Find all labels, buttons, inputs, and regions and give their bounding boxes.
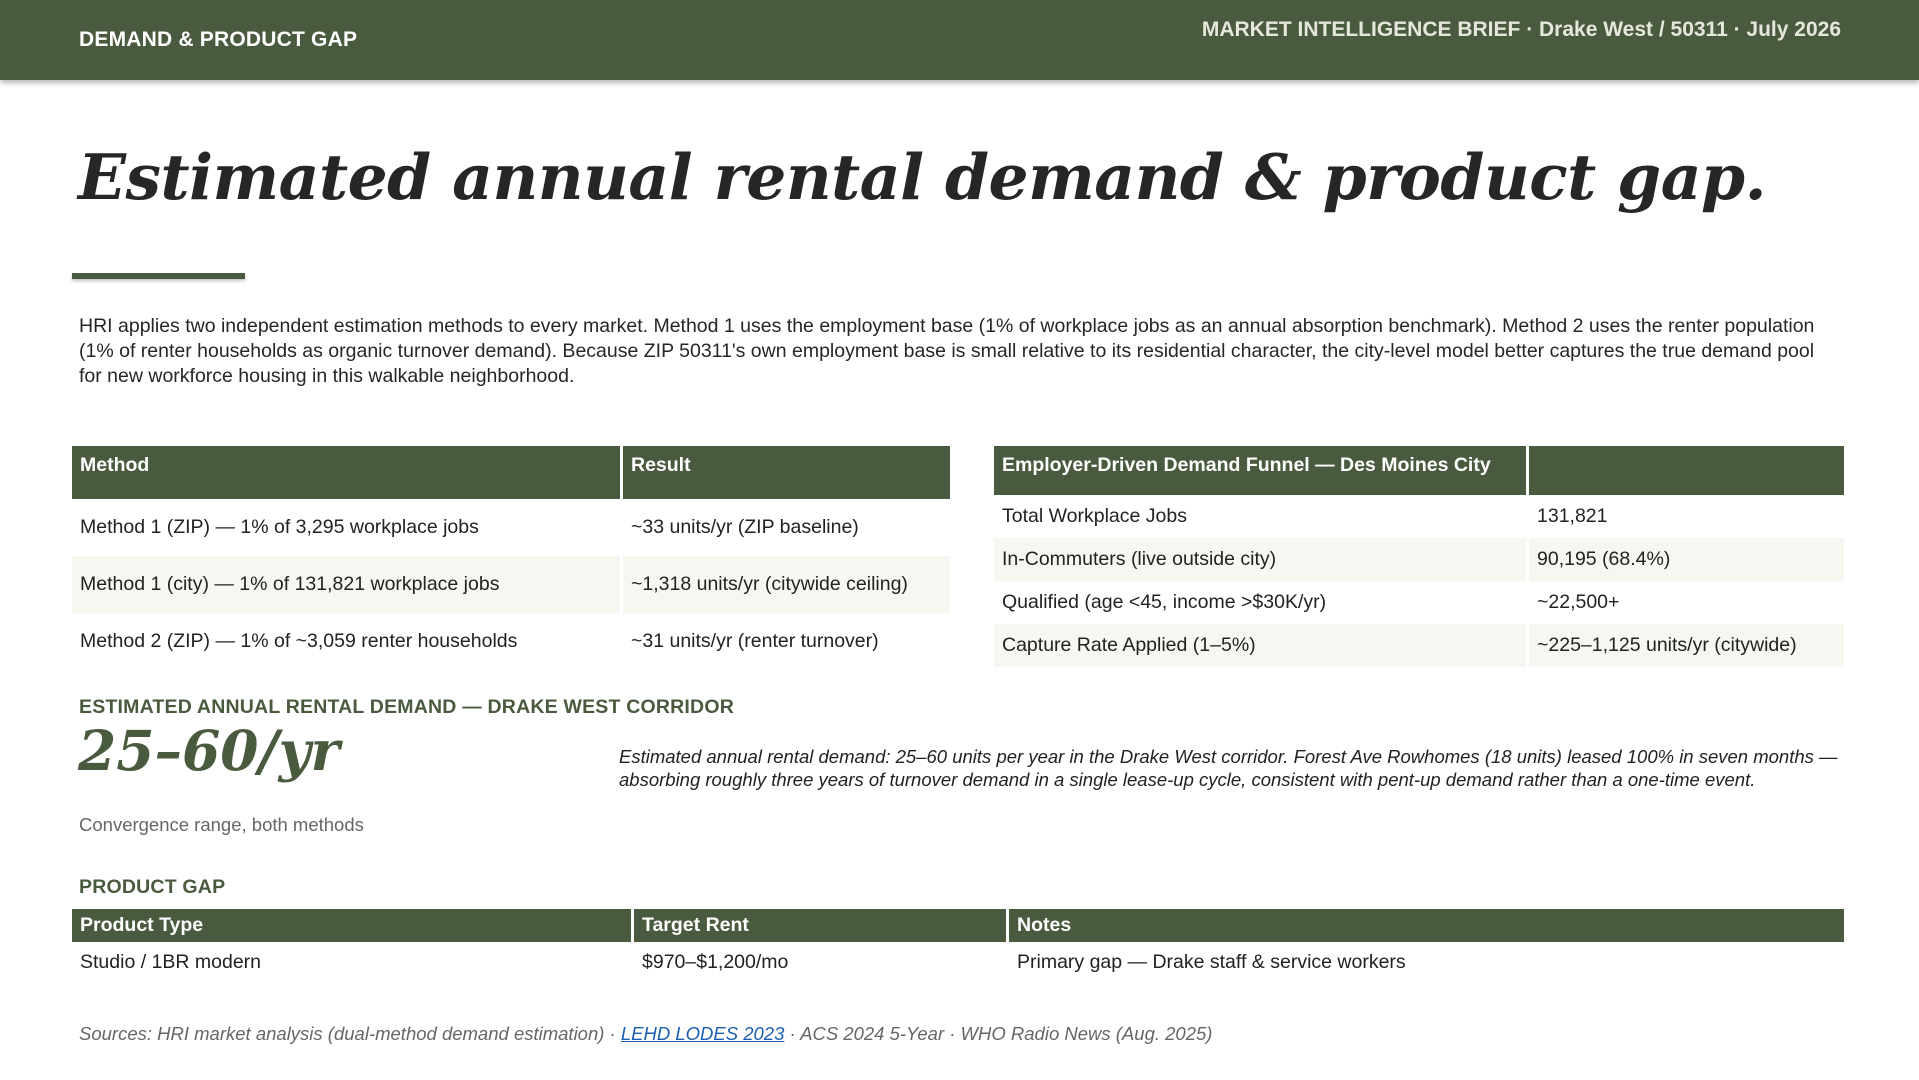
table-row: Capture Rate Applied (1–5%) ~225–1,125 u… — [994, 624, 1844, 667]
funnel-value-header — [1527, 446, 1844, 495]
intro-paragraph: HRI applies two independent estimation m… — [79, 315, 1815, 387]
target-rent-cell: $970–$1,200/mo — [632, 942, 1009, 982]
table-header-row: Product Type Target Rent Notes — [72, 909, 1844, 942]
product-gap-table: Product Type Target Rent Notes Studio / … — [72, 909, 1844, 982]
table-header-row: Method Result — [72, 446, 950, 499]
table-header-row: Employer-Driven Demand Funnel — Des Moin… — [994, 446, 1844, 495]
result-cell: ~1,318 units/yr (citywide ceiling) — [621, 556, 950, 613]
header-bar: DEMAND & PRODUCT GAP MARKET INTELLIGENCE… — [0, 0, 1919, 80]
column-header-result: Result — [621, 446, 950, 499]
product-type-cell: Studio / 1BR modern — [72, 942, 634, 982]
notes-cell: Primary gap — Drake staff & service work… — [1017, 950, 1406, 973]
table-row: In-Commuters (live outside city) 90,195 … — [994, 538, 1844, 581]
funnel-value-cell: 90,195 (68.4%) — [1527, 538, 1844, 581]
result-cell: ~31 units/yr (renter turnover) — [631, 630, 879, 652]
section-title: DEMAND & PRODUCT GAP — [79, 28, 358, 51]
title-divider — [72, 273, 245, 279]
demand-note: Estimated annual rental demand: 25–60 un… — [619, 746, 1838, 790]
table-row: Method 1 (city) — 1% of 131,821 workplac… — [72, 556, 950, 613]
methods-table: Method Result Method 1 (ZIP) — 1% of 3,2… — [72, 446, 950, 670]
table-row: Method 1 (ZIP) — 1% of 3,295 workplace j… — [72, 499, 950, 556]
brief-title: MARKET INTELLIGENCE BRIEF · Drake West /… — [1201, 18, 1841, 41]
method-cell: Method 1 (ZIP) — 1% of 3,295 workplace j… — [72, 499, 623, 556]
table-row: Total Workplace Jobs 131,821 — [994, 495, 1844, 538]
funnel-metric-cell: In-Commuters (live outside city) — [994, 538, 1529, 581]
page-title: Estimated annual rental demand & product… — [78, 140, 1767, 214]
funnel-header: Employer-Driven Demand Funnel — Des Moin… — [994, 446, 1529, 495]
funnel-metric-cell: Total Workplace Jobs — [994, 495, 1529, 538]
funnel-value-cell: 131,821 — [1537, 505, 1608, 527]
column-header-product-type: Product Type — [72, 909, 634, 942]
sources-prefix: Sources: HRI market analysis (dual-metho… — [79, 1023, 621, 1044]
lehd-lodes-link[interactable]: LEHD LODES 2023 — [621, 1023, 785, 1044]
demand-caption: Convergence range, both methods — [79, 814, 364, 835]
table-row: Method 2 (ZIP) — 1% of ~3,059 renter hou… — [72, 613, 950, 670]
result-cell: ~33 units/yr (ZIP baseline) — [631, 516, 859, 538]
funnel-value-cell: ~22,500+ — [1537, 591, 1620, 613]
funnel-value-cell: ~225–1,125 units/yr (citywide) — [1527, 624, 1844, 667]
method-cell: Method 1 (city) — 1% of 131,821 workplac… — [72, 556, 623, 613]
column-header-target-rent: Target Rent — [632, 909, 1009, 942]
column-header-notes: Notes — [1007, 909, 1844, 942]
funnel-metric-cell: Qualified (age <45, income >$30K/yr) — [994, 581, 1529, 624]
product-gap-label: PRODUCT GAP — [79, 876, 226, 898]
demand-funnel-table: Employer-Driven Demand Funnel — Des Moin… — [994, 446, 1844, 667]
column-header-method: Method — [72, 446, 623, 499]
funnel-metric-cell: Capture Rate Applied (1–5%) — [994, 624, 1529, 667]
sources-footnote: Sources: HRI market analysis (dual-metho… — [79, 1023, 1212, 1045]
sources-suffix: · ACS 2024 5-Year · WHO Radio News (Aug.… — [784, 1023, 1213, 1044]
demand-section-label: ESTIMATED ANNUAL RENTAL DEMAND — DRAKE W… — [79, 696, 734, 718]
method-cell: Method 2 (ZIP) — 1% of ~3,059 renter hou… — [72, 613, 623, 670]
demand-value: 25–60/yr — [78, 718, 340, 783]
table-row: Qualified (age <45, income >$30K/yr) ~22… — [994, 581, 1844, 624]
table-row: Studio / 1BR modern $970–$1,200/mo Prima… — [72, 942, 1844, 982]
